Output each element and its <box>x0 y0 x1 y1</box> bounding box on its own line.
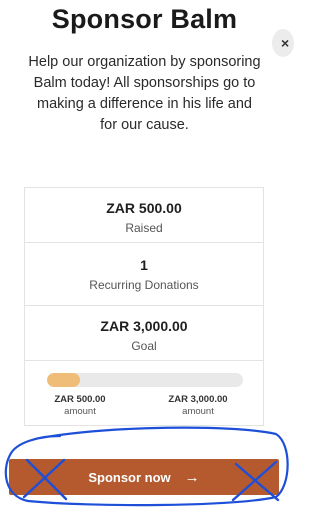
progress-bar <box>47 373 243 387</box>
page-title: Sponsor Balm <box>51 4 238 34</box>
progress-raised-amount: ZAR 500.00 <box>54 394 106 405</box>
sponsor-now-label: Sponsor now <box>88 469 171 485</box>
sponsor-now-button[interactable]: Sponsor now → <box>9 459 279 495</box>
close-icon: × <box>281 35 290 51</box>
recurring-value: 1 <box>140 257 148 273</box>
goal-label: Goal <box>131 339 157 353</box>
progress-fill <box>47 373 80 387</box>
progress-goal-amount: ZAR 3,000.00 <box>168 394 228 405</box>
stat-raised: ZAR 500.00 Raised <box>25 188 263 243</box>
recurring-label: Recurring Donations <box>89 278 199 292</box>
stat-recurring-donations: 1 Recurring Donations <box>25 243 263 306</box>
progress-goal-caption: ZAR 3,000.00 amount <box>149 394 247 418</box>
progress-goal-sub: amount <box>182 406 214 417</box>
sponsor-description: Help our organization by sponsoring Balm… <box>28 54 261 133</box>
raised-value: ZAR 500.00 <box>106 200 182 216</box>
stats-card: ZAR 500.00 Raised 1 Recurring Donations … <box>24 187 264 426</box>
close-button[interactable]: × <box>272 29 294 57</box>
stat-goal: ZAR 3,000.00 Goal <box>25 306 263 361</box>
arrow-right-icon: → <box>184 468 200 486</box>
goal-value: ZAR 3,000.00 <box>100 318 188 334</box>
progress-raised-sub: amount <box>64 406 96 417</box>
progress-raised-caption: ZAR 500.00 amount <box>43 394 117 418</box>
raised-label: Raised <box>125 221 163 235</box>
